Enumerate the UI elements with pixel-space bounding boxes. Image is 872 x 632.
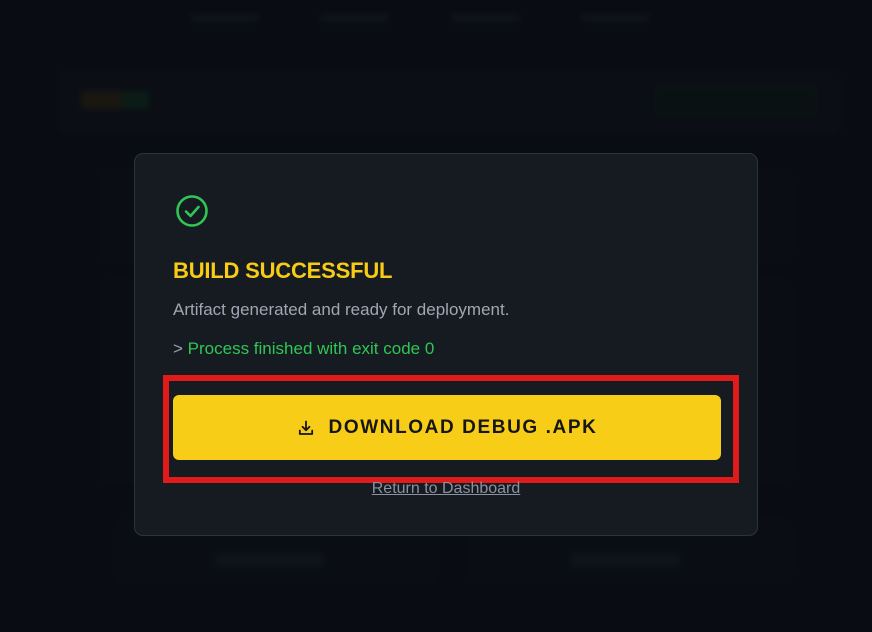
check-circle-icon (176, 195, 208, 227)
build-success-modal: BUILD SUCCESSFUL Artifact generated and … (134, 153, 758, 536)
download-button-label: DOWNLOAD DEBUG .APK (328, 416, 598, 438)
console-message: Process finished with exit code 0 (187, 339, 435, 358)
modal-title: BUILD SUCCESSFUL (173, 258, 393, 283)
download-debug-apk-button[interactable]: DOWNLOAD DEBUG .APK (173, 395, 721, 460)
console-output: > Process finished with exit code 0 (173, 339, 434, 359)
download-icon (298, 420, 313, 435)
modal-subtitle: Artifact generated and ready for deploym… (173, 300, 510, 319)
return-to-dashboard-link[interactable]: Return to Dashboard (135, 480, 757, 498)
page: BUILD SUCCESSFUL Artifact generated and … (0, 0, 872, 632)
console-prompt: > (173, 339, 183, 358)
